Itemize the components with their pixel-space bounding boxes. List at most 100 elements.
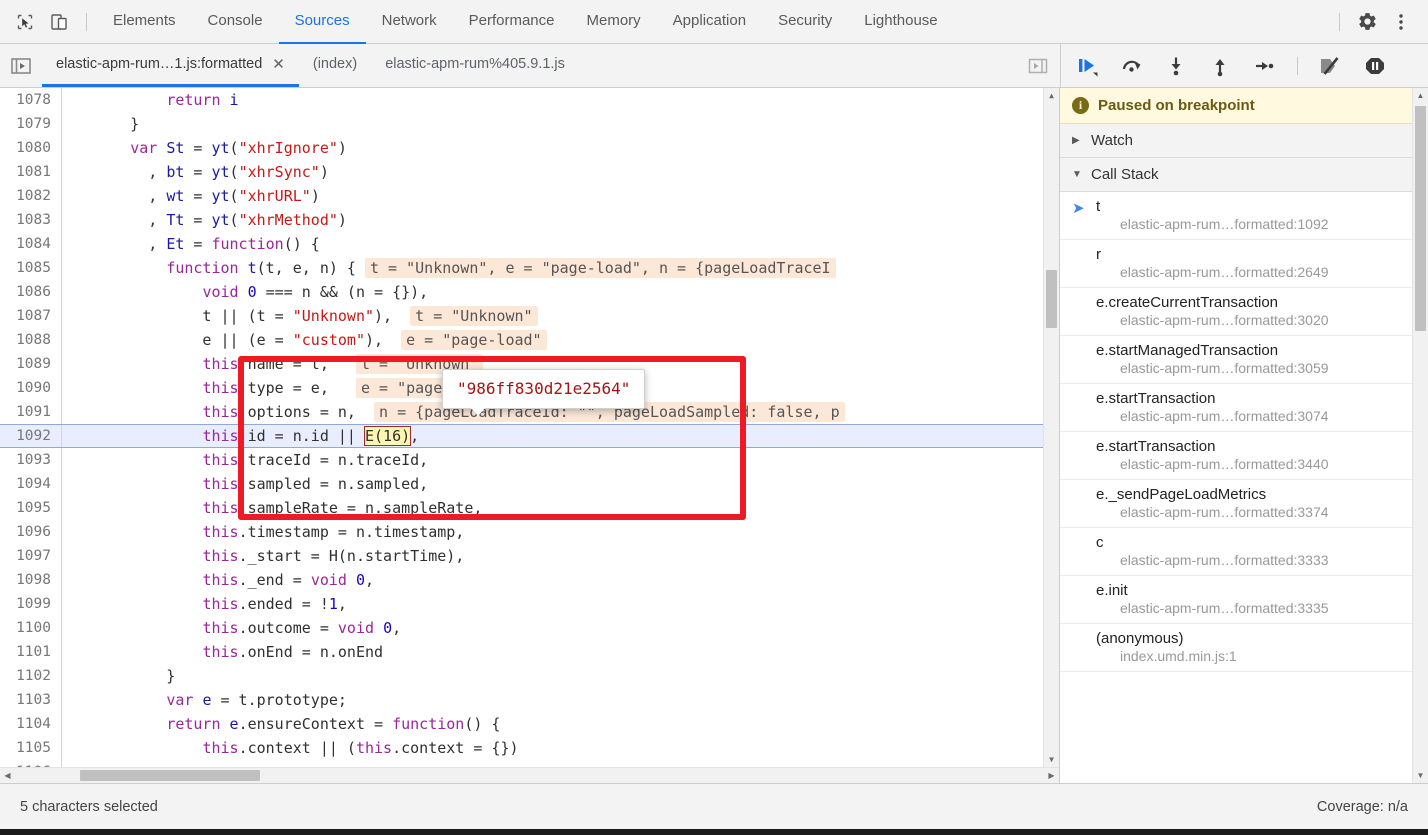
show-navigator-icon[interactable] — [0, 56, 42, 76]
code-line[interactable]: 1096 this.timestamp = n.timestamp, — [0, 520, 1059, 544]
step-over-button[interactable] — [1111, 51, 1153, 81]
code-line[interactable]: 1105 this.context || (this.context = {}) — [0, 736, 1059, 760]
code-text[interactable]: } — [62, 112, 139, 136]
line-number[interactable]: 1084 — [0, 232, 62, 256]
horizontal-scroll-thumb[interactable] — [80, 770, 260, 781]
line-number[interactable]: 1102 — [0, 664, 62, 688]
device-toolbar-icon[interactable] — [42, 7, 76, 37]
vertical-scroll-thumb[interactable] — [1046, 270, 1057, 328]
line-number[interactable]: 1086 — [0, 280, 62, 304]
line-number[interactable]: 1101 — [0, 640, 62, 664]
call-stack-frame[interactable]: e.startManagedTransaction elastic-apm-rum… — [1060, 336, 1428, 384]
tab-performance[interactable]: Performance — [453, 0, 571, 44]
code-text[interactable]: void 0 === n && (n = {}), — [62, 280, 428, 304]
coverage-status[interactable]: Coverage: n/a — [1317, 799, 1408, 815]
code-text[interactable]: this.ended = !1, — [62, 592, 347, 616]
file-tab-elastic-apm-rum-formatted[interactable]: elastic-apm-rum…1.js:formatted ✕ — [42, 44, 299, 87]
line-number[interactable]: 1093 — [0, 448, 62, 472]
code-text[interactable]: e || (e = "custom"), e = "page-load" — [62, 328, 547, 352]
code-line[interactable]: 1078 return i — [0, 88, 1059, 112]
line-number[interactable]: 1106 — [0, 760, 62, 767]
code-text[interactable]: this.sampled = n.sampled, — [62, 472, 428, 496]
scroll-right-arrow-icon[interactable]: ▶ — [1044, 771, 1059, 780]
code-text[interactable]: , Tt = yt("xhrMethod") — [62, 208, 347, 232]
line-number[interactable]: 1096 — [0, 520, 62, 544]
code-line[interactable]: 1093 this.traceId = n.traceId, — [0, 448, 1059, 472]
code-line[interactable]: 1084 , Et = function() { — [0, 232, 1059, 256]
code-text[interactable]: this.context || (this.context = {}) — [62, 736, 518, 760]
code-text[interactable]: this.onEnd = n.onEnd — [62, 640, 383, 664]
code-text[interactable]: this._end = void 0, — [62, 568, 374, 592]
call-stack-frame[interactable]: c elastic-apm-rum…formatted:3333 — [1060, 528, 1428, 576]
code-text[interactable]: this.sampleRate = n.sampleRate, — [62, 496, 482, 520]
resume-button[interactable] — [1067, 51, 1109, 81]
code-text[interactable]: return i — [62, 88, 238, 112]
code-line[interactable]: 1099 this.ended = !1, — [0, 592, 1059, 616]
step-into-button[interactable] — [1155, 51, 1197, 81]
editor-vertical-scrollbar[interactable]: ▲ ▼ — [1043, 88, 1059, 767]
scroll-up-arrow-icon[interactable]: ▲ — [1044, 88, 1059, 103]
code-line[interactable]: 1080 var St = yt("xhrIgnore") — [0, 136, 1059, 160]
line-number[interactable]: 1100 — [0, 616, 62, 640]
sidebar-vertical-scrollbar[interactable]: ▲ ▼ — [1412, 88, 1428, 783]
line-number[interactable]: 1105 — [0, 736, 62, 760]
line-number[interactable]: 1078 — [0, 88, 62, 112]
code-text[interactable]: var e = t.prototype; — [62, 688, 347, 712]
editor-horizontal-scrollbar[interactable]: ◀ ▶ — [0, 767, 1059, 783]
code-line[interactable]: 1088 e || (e = "custom"), e = "page-load… — [0, 328, 1059, 352]
code-line[interactable]: 1085 function t(t, e, n) { t = "Unknown"… — [0, 256, 1059, 280]
line-number[interactable]: 1081 — [0, 160, 62, 184]
code-line[interactable]: 1098 this._end = void 0, — [0, 568, 1059, 592]
code-text[interactable]: } — [62, 664, 175, 688]
code-line[interactable]: 1092 this.id = n.id || E(16), — [0, 424, 1059, 448]
step-out-button[interactable] — [1199, 51, 1241, 81]
line-number[interactable]: 1098 — [0, 568, 62, 592]
file-tab-index[interactable]: (index) — [299, 44, 371, 87]
code-text[interactable]: , wt = yt("xhrURL") — [62, 184, 320, 208]
call-stack-frame[interactable]: e.createCurrentTransaction elastic-apm-ru… — [1060, 288, 1428, 336]
line-number[interactable]: 1099 — [0, 592, 62, 616]
line-number[interactable]: 1079 — [0, 112, 62, 136]
call-stack-frame[interactable]: ➤ t elastic-apm-rum…formatted:1092 — [1060, 192, 1428, 240]
scroll-left-arrow-icon[interactable]: ◀ — [0, 771, 15, 780]
call-stack-frame[interactable]: e.init elastic-apm-rum…formatted:3335 — [1060, 576, 1428, 624]
code-line[interactable]: 1095 this.sampleRate = n.sampleRate, — [0, 496, 1059, 520]
code-text[interactable]: this._start = H(n.startTime), — [62, 544, 464, 568]
call-stack-frame[interactable]: e.startTransaction elastic-apm-rum…format… — [1060, 432, 1428, 480]
sidebar-scroll-thumb[interactable] — [1415, 106, 1426, 331]
pause-on-exceptions-button[interactable] — [1354, 51, 1396, 81]
code-line[interactable]: 1097 this._start = H(n.startTime), — [0, 544, 1059, 568]
watch-section-header[interactable]: ▶ Watch — [1060, 124, 1428, 158]
line-number[interactable]: 1085 — [0, 256, 62, 280]
tab-lighthouse[interactable]: Lighthouse — [848, 0, 953, 44]
kebab-menu-icon[interactable] — [1384, 7, 1418, 37]
call-stack-frame[interactable]: (anonymous) index.umd.min.js:1 — [1060, 624, 1428, 672]
code-text[interactable]: this.outcome = void 0, — [62, 616, 401, 640]
code-text[interactable]: t || (t = "Unknown"), t = "Unknown" — [62, 304, 538, 328]
code-viewport[interactable]: 1078 return i 1079 } 1080 var St = yt("xhr… — [0, 88, 1059, 767]
code-line[interactable]: 1104 return e.ensureContext = function()… — [0, 712, 1059, 736]
code-line[interactable]: 1102 } — [0, 664, 1059, 688]
tab-sources[interactable]: Sources — [278, 0, 366, 44]
code-line[interactable]: 1082 , wt = yt("xhrURL") — [0, 184, 1059, 208]
line-number[interactable]: 1087 — [0, 304, 62, 328]
deactivate-breakpoints-button[interactable] — [1310, 51, 1352, 81]
line-number[interactable]: 1089 — [0, 352, 62, 376]
code-text[interactable]: this.timestamp = n.timestamp, — [62, 520, 464, 544]
code-line[interactable]: 1106 — [0, 760, 1059, 767]
line-number[interactable]: 1080 — [0, 136, 62, 160]
line-number[interactable]: 1083 — [0, 208, 62, 232]
line-number[interactable]: 1091 — [0, 400, 62, 424]
code-text[interactable]: return e.ensureContext = function() { — [62, 712, 500, 736]
code-text[interactable]: , Et = function() { — [62, 232, 320, 256]
tab-security[interactable]: Security — [762, 0, 848, 44]
code-line[interactable]: 1101 this.onEnd = n.onEnd — [0, 640, 1059, 664]
step-button[interactable] — [1243, 51, 1285, 81]
scroll-down-arrow-icon[interactable]: ▼ — [1044, 752, 1059, 767]
code-text[interactable]: this.type = e, e = "page-load" — [62, 376, 502, 400]
close-icon[interactable]: ✕ — [272, 57, 285, 72]
code-line[interactable]: 1103 var e = t.prototype; — [0, 688, 1059, 712]
tab-network[interactable]: Network — [366, 0, 453, 44]
line-number[interactable]: 1082 — [0, 184, 62, 208]
code-text[interactable]: var St = yt("xhrIgnore") — [62, 136, 347, 160]
